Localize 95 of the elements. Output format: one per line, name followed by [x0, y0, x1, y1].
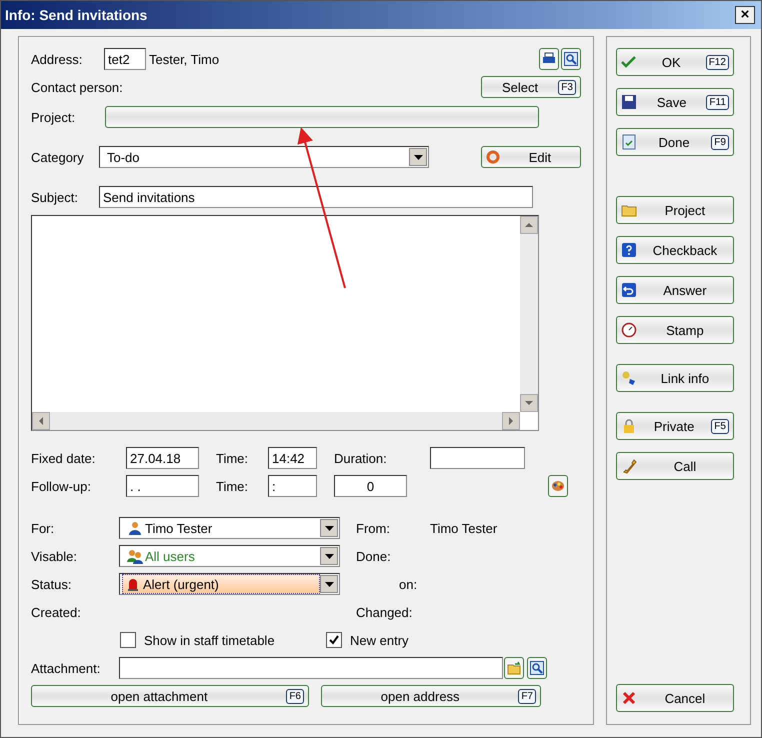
phone-icon: [620, 458, 637, 474]
caret-icon: [324, 526, 334, 530]
search-button[interactable]: [527, 657, 547, 679]
print-button[interactable]: [538, 48, 559, 70]
side-button[interactable]: Save F11: [616, 88, 734, 116]
dropdown-button[interactable]: [409, 148, 427, 166]
search-icon: [530, 661, 544, 675]
checkbox[interactable]: [120, 632, 136, 648]
siren-icon: [125, 576, 141, 592]
dropdown[interactable]: To-do: [99, 146, 429, 168]
date-field[interactable]: . .: [126, 475, 199, 497]
palette-button[interactable]: [548, 475, 568, 497]
shortcut-key: F11: [706, 94, 729, 110]
dropdown[interactable]: All users: [119, 545, 340, 567]
side-button[interactable]: Call: [616, 452, 734, 480]
shortcut-key: F6: [286, 688, 304, 704]
dropdown-button[interactable]: [320, 519, 338, 537]
checkbox-label: Show in staff timetable: [144, 632, 275, 648]
field-label: on:: [399, 576, 418, 592]
caret-icon: [324, 582, 334, 586]
caret-icon: [414, 154, 422, 160]
side-button[interactable]: Checkback: [616, 236, 734, 264]
clock-icon: [620, 322, 637, 338]
field-label: Created:: [31, 604, 82, 620]
field-label: Fixed date:: [31, 450, 96, 466]
field-label: Duration:: [334, 450, 388, 466]
dropdown-button[interactable]: [320, 575, 338, 593]
edit-button[interactable]: Edit: [480, 146, 581, 168]
search-icon: [564, 52, 578, 66]
subject-field[interactable]: Send invitations: [99, 186, 533, 208]
open-folder-button[interactable]: [504, 657, 524, 679]
field-label: Time:: [216, 478, 250, 494]
checkbox-label: New entry: [350, 632, 409, 648]
side-button[interactable]: Answer: [616, 276, 734, 304]
field-label: Category: [31, 150, 85, 164]
field-label: From:: [356, 520, 391, 536]
people-icon: [127, 548, 143, 564]
field-label: For:: [31, 520, 56, 536]
side-button[interactable]: Stamp: [616, 316, 734, 344]
shortcut-key: F9: [711, 134, 729, 150]
field-label: Address:: [31, 52, 84, 66]
checklist-icon: [620, 134, 637, 150]
palette-icon: [550, 479, 565, 493]
shortcut-key: F12: [706, 54, 729, 70]
date-field[interactable]: 27.04.18: [126, 447, 199, 469]
project-button[interactable]: [105, 106, 539, 128]
folder-icon: [507, 661, 521, 675]
open-attachment-button[interactable]: open attachment F6: [31, 685, 309, 707]
reply-icon: [620, 282, 637, 298]
side-button[interactable]: OK F12: [616, 48, 734, 76]
shortcut-key: F5: [711, 418, 729, 434]
address-name: Tester, Timo: [149, 52, 220, 66]
horizontal-scrollbar[interactable]: [32, 412, 520, 430]
ring-icon: [486, 150, 500, 164]
search-button[interactable]: [560, 48, 581, 70]
shortcut-key: F7: [518, 688, 536, 704]
attachment-field[interactable]: [119, 657, 503, 679]
side-button[interactable]: Cancel: [616, 684, 734, 712]
field-label: Time:: [216, 450, 250, 466]
side-button[interactable]: Private F5: [616, 412, 734, 440]
help-icon: [620, 242, 637, 258]
vertical-scrollbar[interactable]: [520, 216, 538, 412]
field-label: Contact person:: [31, 80, 124, 94]
close-icon: [620, 690, 637, 706]
field-label: Follow-up:: [31, 478, 92, 494]
address-code-field[interactable]: tet2: [104, 48, 146, 70]
field-value: Timo Tester: [430, 520, 498, 536]
dropdown-button[interactable]: [320, 547, 338, 565]
field-label: Visable:: [31, 548, 78, 564]
time-field[interactable]: :: [268, 475, 317, 497]
duration-field[interactable]: [430, 447, 525, 469]
checkmark-icon: [620, 54, 637, 70]
field-label: Status:: [31, 576, 72, 592]
field-label: Subject:: [31, 190, 79, 204]
window-title: Info: Send invitations: [5, 7, 148, 23]
field-label: Attachment:: [31, 660, 102, 676]
dropdown[interactable]: Timo Tester: [119, 517, 340, 539]
field-label: Changed:: [356, 604, 412, 620]
time-field[interactable]: 14:42: [268, 447, 317, 469]
tags-icon: [620, 370, 637, 386]
open-address-button[interactable]: open address F7: [321, 685, 541, 707]
field-label: Project:: [31, 110, 76, 124]
shortcut-key: F3: [558, 80, 576, 94]
select-button[interactable]: Select F3: [480, 76, 581, 98]
side-button[interactable]: Project: [616, 196, 734, 224]
checkbox[interactable]: [326, 632, 342, 648]
side-button[interactable]: Link info: [616, 364, 734, 392]
side-button[interactable]: Done F9: [616, 128, 734, 156]
caret-icon: [324, 554, 334, 558]
field-label: Done:: [356, 548, 392, 564]
dropdown[interactable]: Alert (urgent): [119, 573, 340, 595]
person-icon: [127, 520, 143, 536]
printer-icon: [542, 52, 556, 66]
close-button[interactable]: ×: [735, 6, 755, 24]
count-field[interactable]: 0: [334, 475, 407, 497]
